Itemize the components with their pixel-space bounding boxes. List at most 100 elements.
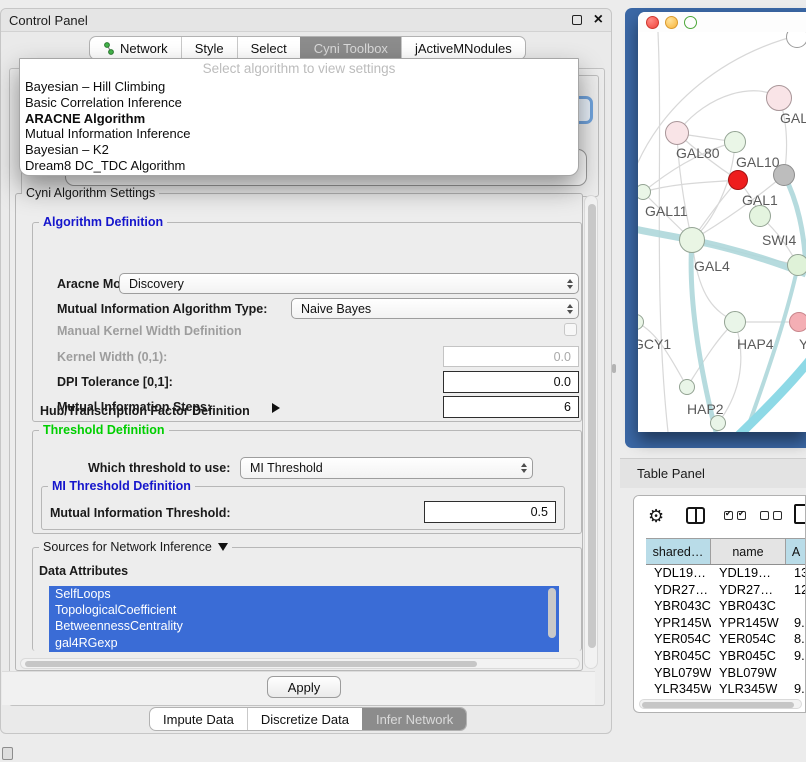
settings-group-title: Cyni Algorithm Settings: [22, 186, 159, 200]
zoom-button[interactable]: [684, 16, 697, 29]
kernel-width-field[interactable]: 0.0: [443, 346, 579, 367]
mi-threshold-definition-group: MI Threshold Definition Mutual Informati…: [41, 486, 565, 530]
table-row[interactable]: YPR145WYPR145W9.: [646, 615, 806, 632]
algorithm-option[interactable]: Mutual Information Inference: [20, 126, 578, 142]
table-row[interactable]: YDL19…YDL19…13: [646, 565, 806, 582]
settings-hscrollbar-track[interactable]: [20, 658, 580, 669]
attribute-item-selected[interactable]: BetweennessCentrality: [49, 618, 559, 634]
settings-vscrollbar-track[interactable]: [584, 195, 598, 669]
which-threshold-combobox[interactable]: MI Threshold: [240, 457, 533, 479]
list-scrollbar-thumb[interactable]: [548, 588, 556, 638]
table-cell: 9.: [786, 681, 806, 698]
attribute-item-selected[interactable]: SelfLoops: [49, 586, 559, 602]
table-row[interactable]: YER054CYER054C8.: [646, 631, 806, 648]
mi-threshold-field[interactable]: 0.5: [424, 501, 556, 523]
column-header-name[interactable]: name: [711, 539, 786, 564]
attribute-item-selected[interactable]: TopologicalCoefficient: [49, 602, 559, 618]
minimize-button[interactable]: [665, 16, 678, 29]
table-row[interactable]: YLR345WYLR345W9.: [646, 681, 806, 698]
network-node-pink-right[interactable]: [789, 312, 806, 332]
expander-expanded-icon[interactable]: [218, 543, 228, 551]
panel-splitter-handle[interactable]: [612, 364, 616, 373]
mi-type-value: Naive Bayes: [301, 302, 371, 316]
deselect-all-icon[interactable]: [760, 511, 769, 520]
minimized-panel-icon[interactable]: [2, 747, 13, 760]
tab-cyni-toolbox[interactable]: Cyni Toolbox: [300, 37, 401, 59]
kernel-width-value: 0.0: [554, 350, 571, 364]
columns-icon[interactable]: [686, 507, 705, 524]
tab-infer-network[interactable]: Infer Network: [362, 708, 466, 730]
algorithm-option[interactable]: Bayesian – K2: [20, 142, 578, 158]
algorithm-option[interactable]: Bayesian – Hill Climbing: [20, 79, 578, 95]
tab-label: Discretize Data: [261, 708, 349, 731]
tab-select[interactable]: Select: [237, 37, 300, 59]
control-panel: Control Panel × NetworkStyleSelectCyni T…: [0, 8, 612, 734]
tab-label: Style: [195, 37, 224, 60]
column-header-a[interactable]: A: [786, 539, 806, 564]
table-cell: YBR043C: [711, 598, 786, 615]
mi-algorithm-type-combobox[interactable]: Naive Bayes: [291, 298, 579, 319]
algorithm-option[interactable]: Dream8 DC_TDC Algorithm: [20, 158, 578, 174]
close-button[interactable]: [646, 16, 659, 29]
node-label-GAL1: GAL1: [742, 192, 778, 208]
select-all-icon[interactable]: [724, 511, 733, 520]
network-node-GAL1[interactable]: [749, 205, 771, 227]
network-node-SWI4[interactable]: [787, 254, 806, 276]
network-node-node-bottom[interactable]: [710, 415, 726, 431]
attribute-list[interactable]: SelfLoopsTopologicalCoefficientBetweenne…: [49, 586, 559, 652]
mi-threshold-value: 0.5: [531, 505, 548, 519]
dpi-tolerance-field[interactable]: 0.0: [443, 371, 579, 393]
float-panel-icon[interactable]: [572, 15, 582, 25]
network-node-GAL4[interactable]: [679, 227, 705, 253]
network-node-HAP2[interactable]: [679, 379, 695, 395]
table-row[interactable]: YBR045CYBR045C9.: [646, 648, 806, 665]
network-view-frame: GAL7GAL80GAL10GAL1GAL11GAL4SWI4GCY1HAP4Y…: [625, 8, 806, 448]
tab-label: Cyni Toolbox: [314, 37, 388, 60]
deselect-all-icon[interactable]: [773, 511, 782, 520]
aracne-mode-combobox[interactable]: Discovery: [119, 273, 579, 294]
table-hscrollbar-thumb[interactable]: [642, 702, 794, 708]
tab-jactivemnodules[interactable]: jActiveMNodules: [401, 37, 525, 59]
select-all-icon[interactable]: [737, 511, 746, 520]
attribute-item-selected[interactable]: gal4RGexp: [49, 635, 559, 651]
node-label-GAL7: GAL7: [780, 110, 806, 126]
expander-collapsed-icon[interactable]: [272, 403, 280, 413]
apply-button[interactable]: Apply: [267, 676, 341, 698]
settings-hscrollbar-thumb[interactable]: [25, 661, 477, 667]
data-attributes-label: Data Attributes: [39, 564, 128, 578]
network-node-GAL80[interactable]: [665, 121, 689, 145]
algorithm-option[interactable]: Basic Correlation Inference: [20, 95, 578, 111]
table-hscrollbar-track[interactable]: [639, 699, 802, 709]
node-label-GAL11: GAL11: [645, 203, 688, 219]
algorithm-option[interactable]: ARACNE Algorithm: [20, 111, 578, 127]
table-window: ⚙ shared…nameA YDL19…YDL19…13YDR27…YDR27…: [633, 495, 806, 713]
table-cell: YBL079W: [711, 665, 786, 682]
network-canvas[interactable]: GAL7GAL80GAL10GAL1GAL11GAL4SWI4GCY1HAP4Y…: [638, 32, 806, 432]
network-node-gray-node[interactable]: [773, 164, 795, 186]
tab-network[interactable]: Network: [90, 37, 181, 59]
tab-label: jActiveMNodules: [415, 37, 512, 60]
network-node-HAP4[interactable]: [724, 311, 746, 333]
stepper-icon: [521, 463, 527, 473]
tab-discretize-data[interactable]: Discretize Data: [247, 708, 362, 730]
network-node-red-node[interactable]: [728, 170, 748, 190]
column-header-shared[interactable]: shared…: [646, 539, 711, 564]
network-node-GAL10[interactable]: [724, 131, 746, 153]
node-label-GAL4: GAL4: [694, 258, 730, 274]
document-icon[interactable]: [794, 504, 806, 524]
table-cell: 8.: [786, 631, 806, 648]
tab-impute-data[interactable]: Impute Data: [150, 708, 247, 730]
table-row[interactable]: YBL079WYBL079W: [646, 665, 806, 682]
manual-kernel-checkbox[interactable]: [564, 323, 577, 336]
table-row[interactable]: YDR27…YDR27…12: [646, 582, 806, 599]
settings-vscrollbar-thumb[interactable]: [588, 204, 596, 648]
tab-style[interactable]: Style: [181, 37, 237, 59]
gear-icon[interactable]: ⚙: [648, 506, 664, 526]
table-row[interactable]: YBR043CYBR043C: [646, 598, 806, 615]
network-node-GAL7[interactable]: [766, 85, 792, 111]
algorithm-dropdown-popup: Select algorithm to view settings Bayesi…: [19, 58, 579, 176]
close-panel-icon[interactable]: ×: [594, 10, 603, 30]
table-rows[interactable]: YDL19…YDL19…13YDR27…YDR27…12YBR043CYBR04…: [646, 565, 806, 699]
algorithm-popup-placeholder: Select algorithm to view settings: [20, 59, 578, 79]
mi-steps-field[interactable]: 6: [443, 396, 579, 418]
